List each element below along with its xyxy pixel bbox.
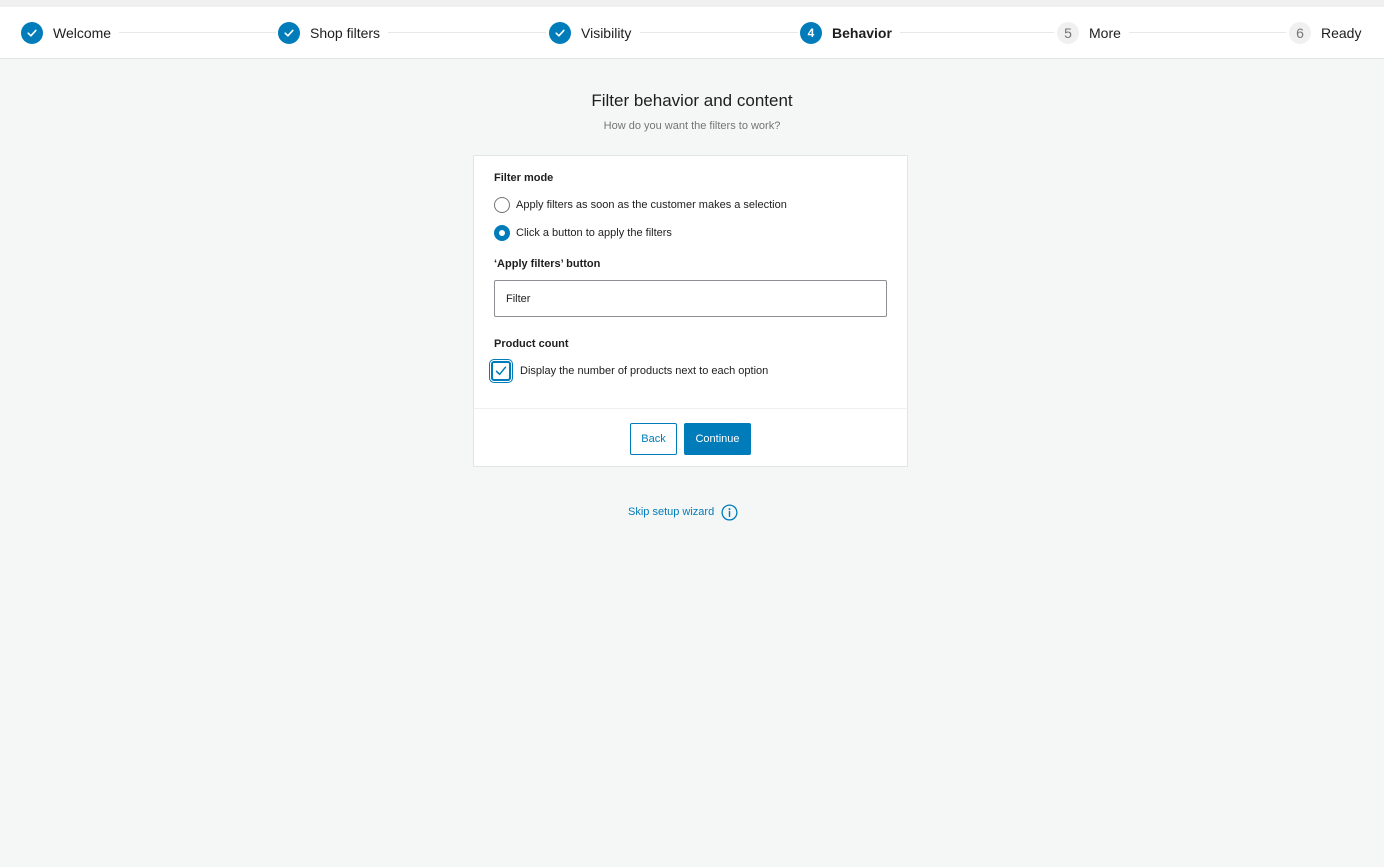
page-title: Filter behavior and content <box>591 91 793 110</box>
step-welcome[interactable]: Welcome <box>21 21 120 45</box>
step-connector <box>1128 32 1286 33</box>
step-ready[interactable]: 6 Ready <box>1289 21 1370 45</box>
product-count-label: Product count <box>494 338 569 350</box>
skip-setup: Skip setup wizard <box>628 503 738 521</box>
radio-option-button[interactable]: Click a button to apply the filters <box>494 224 672 242</box>
product-count-checkbox[interactable] <box>491 361 511 381</box>
step-more[interactable]: 5 More <box>1057 21 1129 45</box>
step-label: Ready <box>1321 25 1362 41</box>
radio-button[interactable] <box>494 225 510 241</box>
step-number: 6 <box>1289 22 1311 44</box>
step-label: Behavior <box>832 25 892 41</box>
page-subtitle: How do you want the filters to work? <box>603 120 781 132</box>
step-label: Visibility <box>581 25 632 41</box>
step-number: 4 <box>800 22 822 44</box>
check-icon <box>549 22 571 44</box>
step-label: Welcome <box>53 25 112 41</box>
step-connector <box>116 32 276 33</box>
step-number: 5 <box>1057 22 1079 44</box>
skip-setup-wizard-link[interactable]: Skip setup wizard <box>628 506 714 518</box>
step-visibility[interactable]: Visibility <box>549 21 640 45</box>
product-count-option[interactable]: Display the number of products next to e… <box>491 360 768 382</box>
step-behavior[interactable]: 4 Behavior <box>800 21 900 45</box>
setup-stepper: Welcome Shop filters Visibility 4 Behavi… <box>0 7 1384 59</box>
apply-button-text-input[interactable] <box>494 280 887 317</box>
top-strip <box>0 0 1384 7</box>
check-icon <box>21 22 43 44</box>
back-button[interactable]: Back <box>630 423 677 455</box>
step-connector <box>896 32 1054 33</box>
radio-button[interactable] <box>494 197 510 213</box>
settings-card: Filter mode Apply filters as soon as the… <box>473 155 908 467</box>
radio-label[interactable]: Click a button to apply the filters <box>516 227 672 239</box>
radio-option-instant[interactable]: Apply filters as soon as the customer ma… <box>494 196 787 214</box>
check-icon <box>278 22 300 44</box>
step-label: Shop filters <box>310 25 381 41</box>
apply-button-label: ‘Apply filters’ button <box>494 258 601 270</box>
continue-button[interactable]: Continue <box>684 423 751 455</box>
radio-label[interactable]: Apply filters as soon as the customer ma… <box>516 199 787 211</box>
card-footer: Back Continue <box>474 408 907 468</box>
step-shop-filters[interactable]: Shop filters <box>278 21 389 45</box>
step-label: More <box>1089 25 1121 41</box>
info-icon[interactable] <box>721 503 738 521</box>
filter-mode-label: Filter mode <box>494 172 554 184</box>
checkmark-icon <box>495 366 507 376</box>
product-count-checkbox-label[interactable]: Display the number of products next to e… <box>520 365 768 377</box>
step-connector <box>640 32 798 33</box>
step-connector <box>388 32 546 33</box>
